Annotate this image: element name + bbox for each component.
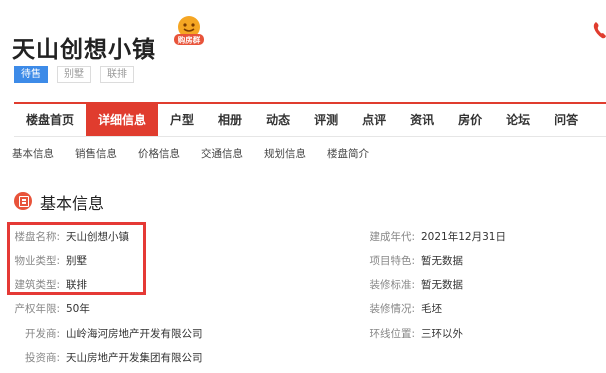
field-value: 天山创想小镇 bbox=[66, 231, 129, 243]
nav-prices[interactable]: 房价 bbox=[446, 104, 494, 136]
field-label: 开发商: bbox=[24, 328, 60, 340]
field-value: 三环以外 bbox=[421, 328, 463, 340]
field-value: 暂无数据 bbox=[421, 279, 463, 291]
field-decoration-status: 装修情况: 毛坯 bbox=[363, 301, 442, 316]
field-value: 2021年12月31日 bbox=[421, 231, 506, 243]
field-label: 产权年限: bbox=[14, 303, 60, 315]
subnav-basic-info[interactable]: 基本信息 bbox=[12, 146, 54, 161]
field-completion-date: 建成年代: 2021年12月31日 bbox=[363, 229, 506, 244]
document-icon bbox=[14, 192, 32, 210]
field-label: 装修标准: bbox=[369, 279, 415, 291]
tag-sale-status[interactable]: 待售 bbox=[14, 66, 48, 83]
field-value: 暂无数据 bbox=[421, 255, 463, 267]
field-developer: 开发商: 山岭海河房地产开发有限公司 bbox=[6, 326, 203, 341]
field-label: 项目特色: bbox=[369, 255, 415, 267]
main-nav: 楼盘首页 详细信息 户型 相册 动态 评测 点评 资讯 房价 论坛 问答 bbox=[14, 102, 606, 137]
field-value: 山岭海河房地产开发有限公司 bbox=[66, 328, 203, 340]
nav-floorplans[interactable]: 户型 bbox=[158, 104, 206, 136]
field-tenure: 产权年限: 50年 bbox=[6, 301, 90, 316]
section-title: 基本信息 bbox=[40, 194, 105, 213]
subnav-planning-info[interactable]: 规划信息 bbox=[264, 146, 306, 161]
nav-forum[interactable]: 论坛 bbox=[494, 104, 542, 136]
nav-reviews[interactable]: 评测 bbox=[302, 104, 350, 136]
nav-info[interactable]: 资讯 bbox=[398, 104, 446, 136]
field-features: 项目特色: 暂无数据 bbox=[363, 253, 463, 268]
nav-home[interactable]: 楼盘首页 bbox=[14, 104, 86, 136]
sub-nav: 基本信息 销售信息 价格信息 交通信息 规划信息 楼盘简介 bbox=[12, 146, 390, 161]
field-label: 建筑类型: bbox=[14, 279, 60, 291]
field-project-name: 楼盘名称: 天山创想小镇 bbox=[6, 229, 129, 244]
field-label: 投资商: bbox=[24, 352, 60, 364]
subnav-sales-info[interactable]: 销售信息 bbox=[75, 146, 117, 161]
nav-photos[interactable]: 相册 bbox=[206, 104, 254, 136]
tag-property-type[interactable]: 别墅 bbox=[57, 66, 91, 83]
field-label: 物业类型: bbox=[14, 255, 60, 267]
field-label: 环线位置: bbox=[369, 328, 415, 340]
tag-building-type[interactable]: 联排 bbox=[100, 66, 134, 83]
field-label: 装修情况: bbox=[369, 303, 415, 315]
badge-label: 购房群 bbox=[178, 35, 201, 45]
nav-news[interactable]: 动态 bbox=[254, 104, 302, 136]
nav-qa[interactable]: 问答 bbox=[542, 104, 590, 136]
field-property-type: 物业类型: 别墅 bbox=[6, 253, 87, 268]
field-value: 天山房地产开发集团有限公司 bbox=[66, 352, 203, 364]
phone-icon[interactable] bbox=[592, 20, 606, 40]
nav-comments[interactable]: 点评 bbox=[350, 104, 398, 136]
field-ring-road: 环线位置: 三环以外 bbox=[363, 326, 463, 341]
status-tags: 待售 别墅 联排 bbox=[14, 66, 134, 83]
subnav-price-info[interactable]: 价格信息 bbox=[138, 146, 180, 161]
field-value: 毛坯 bbox=[421, 303, 442, 315]
page-title: 天山创想小镇 bbox=[12, 37, 156, 63]
subnav-project-intro[interactable]: 楼盘简介 bbox=[327, 146, 369, 161]
field-decoration-standard: 装修标准: 暂无数据 bbox=[363, 277, 463, 292]
field-building-type: 建筑类型: 联排 bbox=[6, 277, 87, 292]
subnav-transport-info[interactable]: 交通信息 bbox=[201, 146, 243, 161]
house-chat-badge-icon[interactable]: 购房群 bbox=[172, 14, 206, 46]
nav-details[interactable]: 详细信息 bbox=[86, 104, 159, 136]
field-value: 别墅 bbox=[66, 255, 87, 267]
field-label: 建成年代: bbox=[369, 231, 415, 243]
field-value: 联排 bbox=[66, 279, 87, 291]
field-value: 50年 bbox=[66, 303, 90, 315]
field-investor: 投资商: 天山房地产开发集团有限公司 bbox=[6, 350, 203, 365]
field-label: 楼盘名称: bbox=[14, 231, 60, 243]
